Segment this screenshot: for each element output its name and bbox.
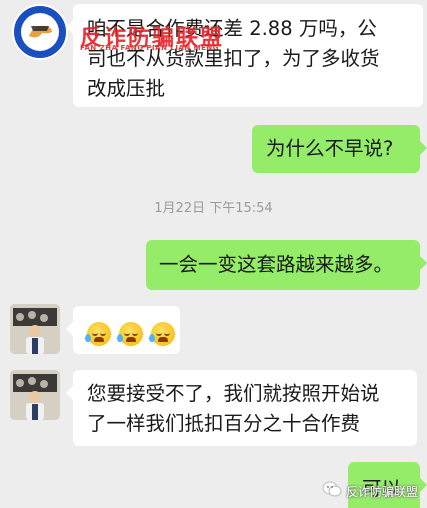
contact-avatar[interactable] bbox=[10, 370, 60, 420]
loudly-crying-face-icon bbox=[117, 321, 144, 346]
message-text: 了一样我们抵扣百分之十合作费 bbox=[87, 412, 361, 435]
watermark-footer: 反诈防骗联盟 bbox=[322, 480, 418, 502]
message-bubble[interactable] bbox=[66, 306, 180, 354]
message-bubble[interactable]: 您要接受不了，我们就按照开始说 了一样我们抵扣百分之十合作费 bbox=[66, 370, 417, 446]
message-text: 您要接受不了，我们就按照开始说 bbox=[87, 382, 380, 405]
contact-avatar[interactable] bbox=[10, 304, 60, 354]
watermark-footer-text: 反诈防骗联盟 bbox=[346, 484, 419, 499]
timestamp: 1月22日 下午15:54 bbox=[154, 201, 273, 216]
wechat-icon bbox=[322, 481, 342, 501]
message-bubble[interactable]: 一会一变这套路越来越多。 bbox=[146, 240, 427, 290]
message-text: 一会一变这套路越来越多。 bbox=[159, 253, 394, 276]
message-text: 为什么不早说? bbox=[266, 137, 394, 160]
chat-screen: 咱不是合作费还差 2.88 万吗，公 司也不从货款里扣了，为了多收货 改成压批 … bbox=[0, 0, 427, 508]
message-bubble[interactable]: 为什么不早说? bbox=[252, 125, 427, 173]
watermark-subtitle: FAN ZHA FANG PIAN LIAN MENG bbox=[80, 44, 219, 52]
loudly-crying-face-icon bbox=[149, 321, 176, 346]
loudly-crying-face-icon bbox=[85, 321, 111, 346]
message-text: 改成压批 bbox=[87, 77, 166, 100]
watermark-logo bbox=[12, 4, 68, 60]
